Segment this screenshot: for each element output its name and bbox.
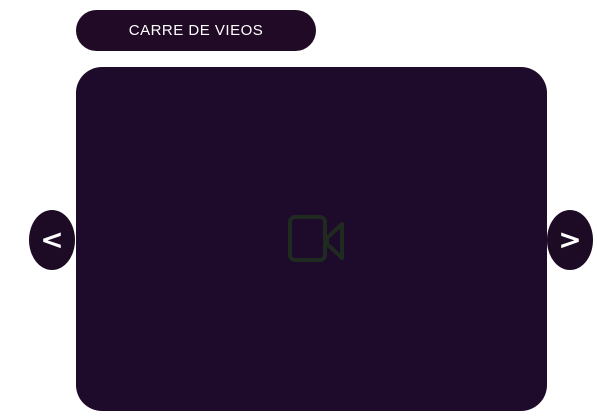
previous-video-button[interactable]: <	[29, 210, 75, 270]
video-display-panel[interactable]	[76, 67, 547, 411]
chevron-right-icon: >	[558, 223, 582, 256]
section-title: CARRE DE VIEOS	[76, 10, 316, 51]
video-camera-icon	[288, 215, 344, 262]
next-video-button[interactable]: >	[547, 210, 593, 270]
chevron-left-icon: <	[40, 223, 64, 256]
